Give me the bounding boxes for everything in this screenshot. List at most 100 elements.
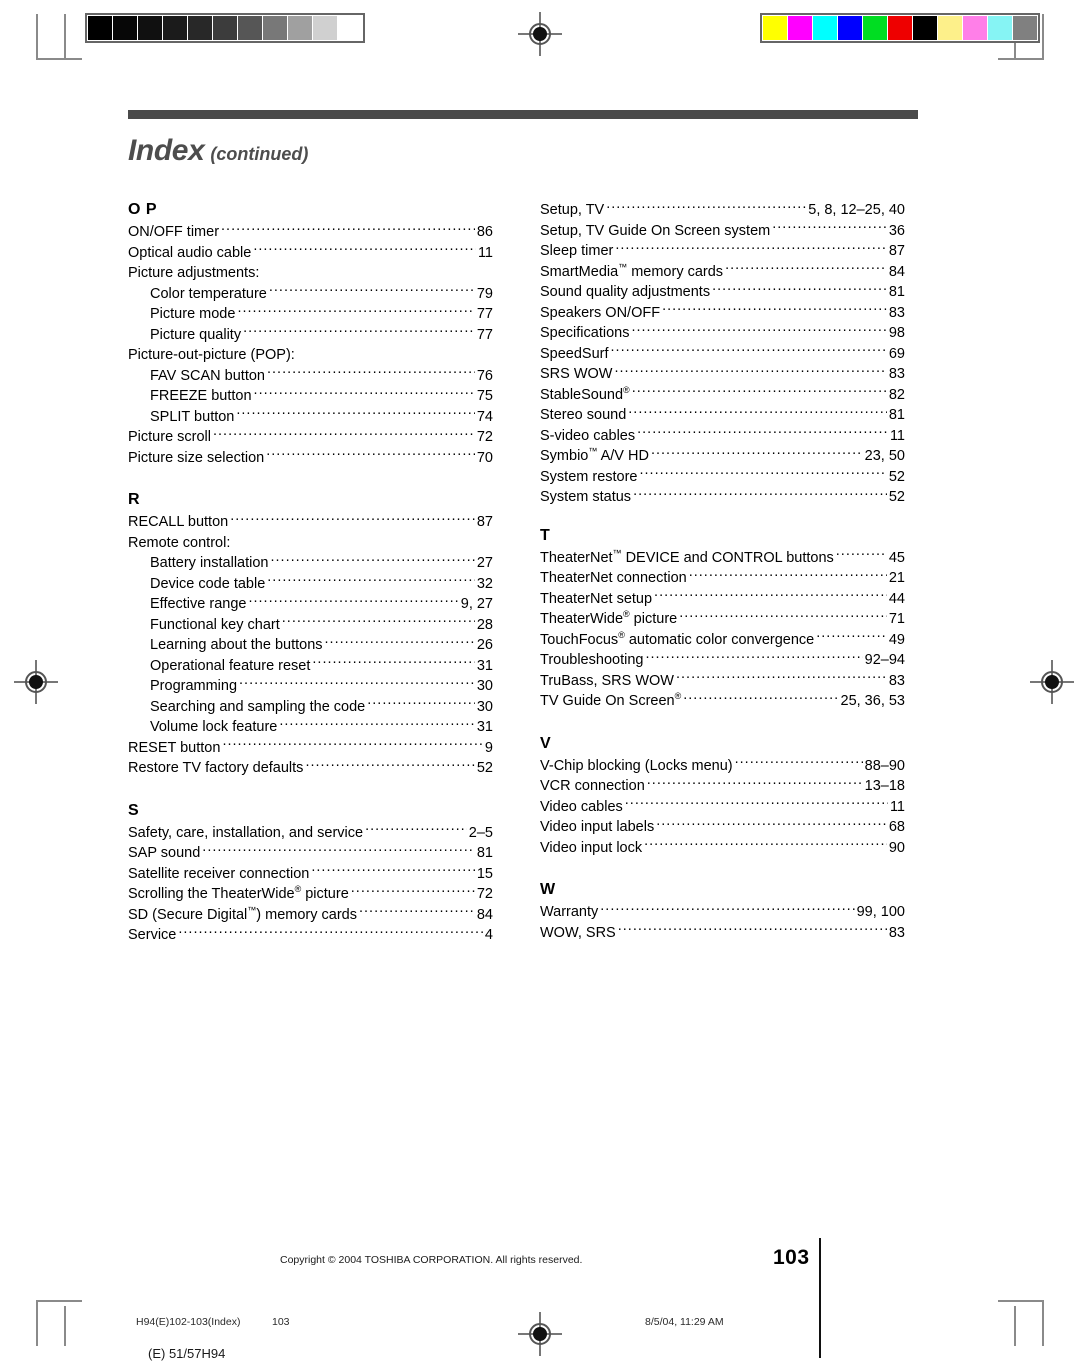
trademark-mark: ™: [247, 904, 257, 915]
index-entry[interactable]: SmartMedia™ memory cards 84: [540, 262, 905, 283]
index-entry[interactable]: V-Chip blocking (Locks menu) 88–90: [540, 756, 905, 777]
index-entry[interactable]: Device code table 32: [128, 574, 493, 595]
index-entry[interactable]: Restore TV factory defaults 52: [128, 758, 493, 779]
index-entry-page-number: 5, 8, 12–25, 40: [808, 202, 905, 218]
index-entry[interactable]: Searching and sampling the code 30: [128, 697, 493, 718]
index-entry[interactable]: Effective range 9, 27: [128, 594, 493, 615]
index-entry-leader-dots: [735, 756, 863, 770]
index-entry[interactable]: Safety, care, installation, and service 2…: [128, 823, 493, 844]
index-entry[interactable]: Learning about the buttons 26: [128, 635, 493, 656]
index-entry[interactable]: WOW, SRS 83: [540, 923, 905, 944]
page-number: 103: [773, 1246, 810, 1269]
index-entry[interactable]: RECALL button 87: [128, 512, 493, 533]
index-entry[interactable]: Functional key chart 28: [128, 615, 493, 636]
index-entry[interactable]: TruBass, SRS WOW 83: [540, 671, 905, 692]
index-entry[interactable]: System restore 52: [540, 467, 905, 488]
index-entry[interactable]: S-video cables 11: [540, 426, 905, 447]
index-entry-leader-dots: [712, 282, 887, 296]
index-column-right: Setup, TV 5, 8, 12–25, 40 Setup, TV Guide …: [540, 200, 905, 943]
index-entry-label: TheaterNet connection: [540, 570, 687, 586]
index-entry[interactable]: Picture quality 77: [128, 325, 493, 346]
index-entry[interactable]: Picture scroll 72: [128, 427, 493, 448]
index-entry[interactable]: TV Guide On Screen® 25, 36, 53: [540, 691, 905, 712]
index-entry[interactable]: Optical audio cable 11: [128, 243, 493, 264]
index-entry[interactable]: Picture mode 77: [128, 304, 493, 325]
index-entry[interactable]: StableSound® 82: [540, 385, 905, 406]
index-entry-page-number: 45: [888, 549, 905, 566]
index-entry-page-number: 87: [888, 243, 905, 259]
calibration-patch: [988, 16, 1012, 40]
index-section: S Safety, care, installation, and service…: [128, 801, 493, 946]
index-entry[interactable]: SD (Secure Digital™) memory cards 84: [128, 905, 493, 926]
index-entry-page-number: 49: [888, 631, 905, 648]
index-entry[interactable]: SRS WOW 83: [540, 364, 905, 385]
index-entry[interactable]: Picture size selection 70: [128, 448, 493, 469]
index-entry[interactable]: Sound quality adjustments 81: [540, 282, 905, 303]
index-entry[interactable]: TouchFocus® automatic color convergence 4…: [540, 630, 905, 651]
index-entry-label: System status: [540, 489, 632, 505]
index-entry[interactable]: System status 52: [540, 487, 905, 508]
index-entry-leader-dots: [270, 553, 474, 567]
index-entry[interactable]: Battery installation 27: [128, 553, 493, 574]
index-entry[interactable]: Video input lock 90: [540, 838, 905, 859]
index-entry[interactable]: SpeedSurf 69: [540, 344, 905, 365]
index-entry-leader-dots: [312, 656, 474, 670]
index-entry-page-number: 28: [476, 616, 493, 633]
index-entry-page-number: 2–5: [468, 824, 493, 841]
index-entry[interactable]: Color temperature 79: [128, 284, 493, 305]
index-entry[interactable]: FAV SCAN button 76: [128, 366, 493, 387]
index-entry-leader-dots: [213, 427, 475, 441]
index-entry-label: Optical audio cable: [128, 244, 252, 261]
index-entry-leader-dots: [600, 902, 854, 916]
index-entry[interactable]: Sleep timer 87: [540, 241, 905, 262]
index-entry[interactable]: Video input labels 68: [540, 817, 905, 838]
index-entry[interactable]: Warranty 99, 100: [540, 902, 905, 923]
index-entry-page-number: 83: [888, 672, 905, 689]
index-entry[interactable]: Speakers ON/OFF 83: [540, 303, 905, 324]
index-entry[interactable]: TheaterNet connection 21: [540, 568, 905, 589]
index-entry-page-number: 4: [484, 927, 493, 943]
index-entry[interactable]: Stereo sound 81: [540, 405, 905, 426]
index-entry[interactable]: FREEZE button 75: [128, 386, 493, 407]
index-column-left: O P ON/OFF timer 86 Optical audio cable 11 Pi…: [128, 200, 493, 946]
index-entry-page-number: 83: [888, 924, 905, 941]
index-entry[interactable]: Scrolling the TheaterWide® picture 72: [128, 884, 493, 905]
index-entry[interactable]: Troubleshooting 92–94: [540, 650, 905, 671]
index-entry-page-number: 83: [888, 304, 905, 321]
index-entry-page-number: 36: [888, 222, 905, 239]
index-entry[interactable]: SPLIT button 74: [128, 407, 493, 428]
index-entry[interactable]: Operational feature reset 31: [128, 656, 493, 677]
index-entry-label: TruBass, SRS WOW: [540, 672, 674, 689]
index-entry[interactable]: VCR connection 13–18: [540, 776, 905, 797]
index-entry[interactable]: Symbio™ A/V HD 23, 50: [540, 446, 905, 467]
index-entry[interactable]: SAP sound 81: [128, 843, 493, 864]
index-entry[interactable]: Picture-out-picture (POP):: [128, 345, 493, 366]
index-entry[interactable]: Programming 30: [128, 676, 493, 697]
index-entry[interactable]: TheaterWide® picture 71: [540, 609, 905, 630]
index-entry[interactable]: RESET button 9: [128, 738, 493, 759]
index-entry-leader-dots: [311, 864, 475, 878]
index-entry[interactable]: TheaterNet™ DEVICE and CONTROL buttons 45: [540, 548, 905, 569]
index-entry-leader-dots: [606, 200, 806, 214]
calibration-patch: [1013, 16, 1037, 40]
index-entry[interactable]: Volume lock feature 31: [128, 717, 493, 738]
index-entry[interactable]: Service 4: [128, 925, 493, 946]
index-entry[interactable]: Remote control:: [128, 533, 493, 554]
index-entry-label: Sound quality adjustments: [540, 284, 711, 300]
index-entry[interactable]: Video cables 11: [540, 797, 905, 818]
index-entry-leader-dots: [662, 303, 887, 317]
index-entry[interactable]: Setup, TV 5, 8, 12–25, 40: [540, 200, 905, 221]
index-entry-label: SPLIT button: [150, 408, 235, 425]
trademark-mark: ™: [612, 547, 622, 558]
index-entry[interactable]: Specifications 98: [540, 323, 905, 344]
index-entry-leader-dots: [644, 838, 887, 852]
index-entry-label: Learning about the buttons: [150, 637, 323, 653]
index-entry[interactable]: Satellite receiver connection 15: [128, 864, 493, 885]
index-entry[interactable]: Picture adjustments:: [128, 263, 493, 284]
index-entry[interactable]: ON/OFF timer 86: [128, 222, 493, 243]
index-entry-leader-dots: [618, 923, 887, 937]
index-section: T TheaterNet™ DEVICE and CONTROL buttons 4…: [540, 526, 905, 712]
index-entry[interactable]: TheaterNet setup 44: [540, 589, 905, 610]
index-entry[interactable]: Setup, TV Guide On Screen system 36: [540, 221, 905, 242]
index-entry-page-number: 32: [476, 575, 493, 592]
